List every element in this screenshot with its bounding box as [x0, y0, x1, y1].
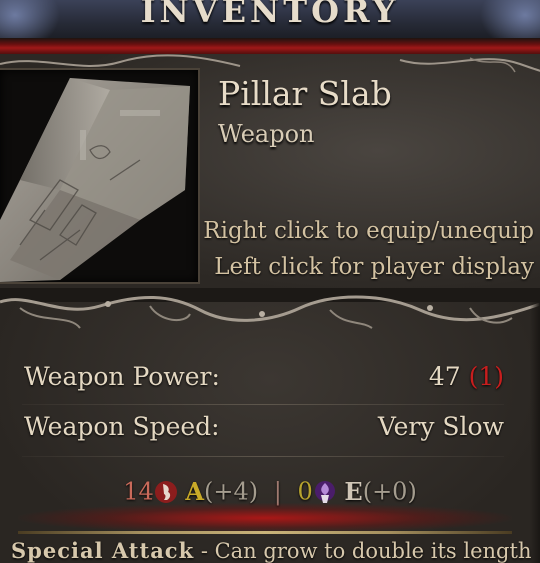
- essence-requirement: 0: [297, 477, 313, 506]
- essence-bonus: (+0): [362, 477, 417, 506]
- item-image[interactable]: [0, 68, 200, 284]
- pillar-slab-image: [0, 78, 190, 282]
- inventory-title: INVENTORY: [140, 0, 400, 30]
- strength-requirement: 14: [123, 477, 154, 506]
- display-hint: Left click for player display: [214, 254, 534, 280]
- weapon-power-value: 47 (1): [429, 362, 504, 391]
- weapon-speed-value: Very Slow: [377, 412, 504, 441]
- weapon-power-label: Weapon Power:: [24, 362, 220, 391]
- strength-icon: [154, 479, 178, 505]
- strength-letter: A: [185, 477, 204, 506]
- special-attack: Special Attack - Can grow to double its …: [11, 538, 531, 563]
- essence-letter: E: [344, 477, 363, 506]
- weapon-power-number: 47: [428, 362, 461, 391]
- divider-vine-ornament: [0, 288, 540, 329]
- essence-icon: [313, 479, 337, 505]
- inventory-header: INVENTORY: [0, 0, 540, 40]
- special-attack-label: Special Attack: [11, 538, 195, 563]
- requirements-row: 14 A(+4) | 0 E(+0): [0, 476, 540, 506]
- requirement-separator: |: [273, 477, 282, 506]
- row-divider: [22, 404, 504, 405]
- strength-bonus: (+4): [204, 477, 259, 506]
- row-divider: [22, 456, 504, 457]
- item-type: Weapon: [218, 120, 315, 148]
- special-attack-description: - Can grow to double its length: [194, 539, 532, 563]
- item-name: Pillar Slab: [218, 74, 392, 113]
- gold-divider: [18, 531, 512, 534]
- panel-right-edge: [530, 300, 540, 563]
- weapon-power-bonus: (1): [468, 362, 504, 391]
- equip-hint: Right click to equip/unequip: [203, 218, 534, 244]
- red-glow-divider: [18, 503, 512, 533]
- weapon-speed-label: Weapon Speed:: [24, 412, 220, 441]
